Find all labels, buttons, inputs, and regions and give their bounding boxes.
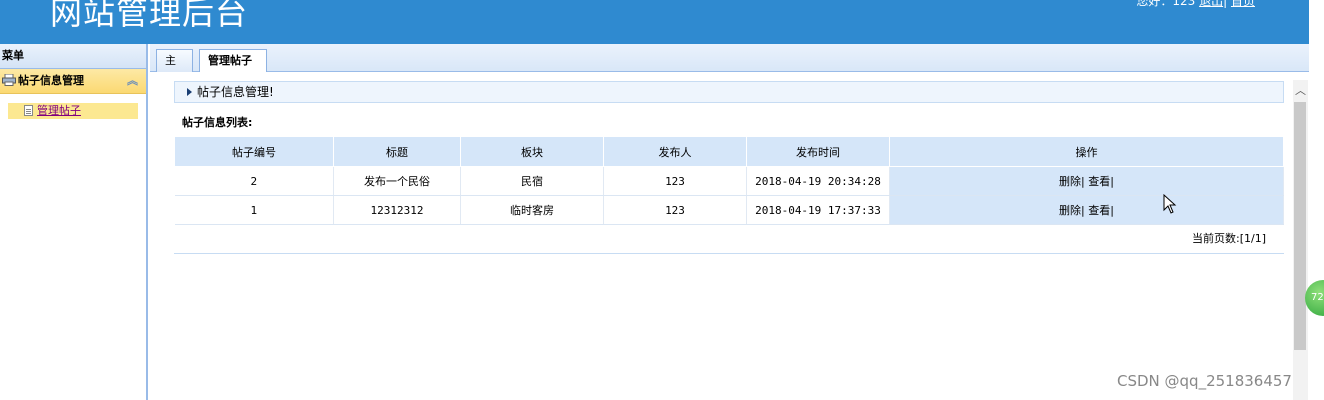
document-icon — [24, 105, 33, 116]
sidebar-item-manage-posts[interactable]: 管理帖子 — [8, 103, 138, 119]
tab-manage-posts[interactable]: 管理帖子× — [199, 49, 267, 89]
column-header: 帖子编号 — [174, 136, 334, 167]
mouse-cursor-icon — [1163, 194, 1177, 214]
table-row: 2 发布一个民俗 民宿 123 2018-04-19 20:34:28 删除| … — [174, 166, 1284, 196]
column-header: 操作 — [889, 136, 1284, 167]
tab-bar: 主页 管理帖子× — [150, 44, 1309, 89]
app-header: 网站管理后台 您好：123 退出| 首页 — [0, 0, 1309, 44]
triangle-right-icon — [187, 88, 192, 96]
logout-link[interactable]: 退出 — [1199, 0, 1223, 8]
column-header: 发布时间 — [746, 136, 890, 167]
collapse-chevron-icon[interactable]: ︽ — [127, 69, 138, 93]
watermark: CSDN @qq_251836457 — [1117, 372, 1292, 390]
column-header: 发布人 — [603, 136, 747, 167]
header-user-area: 您好：123 退出| 首页 — [1136, 0, 1255, 9]
home-link[interactable]: 首页 — [1231, 0, 1255, 8]
section-header: 帖子信息管理! — [174, 81, 1284, 103]
view-link[interactable]: 查看| — [1088, 204, 1114, 217]
menu-title: 菜单 — [0, 44, 146, 69]
posts-table: 帖子编号 标题 板块 发布人 发布时间 操作 2 发布一个民俗 民宿 123 2… — [174, 136, 1284, 225]
sidebar-group-label: 帖子信息管理 — [18, 74, 84, 87]
column-header: 板块 — [460, 136, 604, 167]
tab-home[interactable]: 主页 — [156, 49, 193, 89]
table-header-row: 帖子编号 标题 板块 发布人 发布时间 操作 — [174, 136, 1284, 167]
header-edge — [1309, 0, 1324, 44]
vertical-scrollbar[interactable]: ︿ — [1293, 80, 1308, 400]
cell-author: 123 — [603, 166, 747, 196]
scroll-thumb[interactable] — [1294, 102, 1306, 350]
user-greeting: 您好：123 — [1136, 0, 1196, 8]
site-title: 网站管理后台 — [50, 0, 249, 32]
cell-id: 2 — [174, 166, 334, 196]
section-title: 帖子信息管理! — [197, 85, 274, 99]
cell-board: 民宿 — [460, 166, 604, 196]
view-link[interactable]: 查看| — [1088, 175, 1114, 188]
column-header: 标题 — [333, 136, 461, 167]
printer-icon — [2, 74, 16, 86]
sidebar-item-label[interactable]: 管理帖子 — [37, 103, 81, 119]
pager-row: 当前页数:[1/1] — [174, 218, 1284, 254]
cell-title: 发布一个民俗 — [333, 166, 461, 196]
page-indicator: 当前页数:[1/1] — [1192, 232, 1266, 245]
cell-actions: 删除| 查看| — [889, 166, 1284, 196]
cell-time: 2018-04-19 20:34:28 — [746, 166, 890, 196]
sidebar-group-post-management[interactable]: 帖子信息管理 ︽ — [0, 69, 146, 94]
delete-link[interactable]: 删除| — [1059, 204, 1085, 217]
scroll-up-icon[interactable]: ︿ — [1293, 80, 1308, 100]
tab-manage-label: 管理帖子 — [208, 54, 252, 67]
list-caption: 帖子信息列表: — [182, 116, 253, 129]
main-content: 帖子信息管理! 帖子信息列表: 帖子编号 标题 板块 发布人 发布时间 操作 2… — [150, 72, 1309, 400]
delete-link[interactable]: 删除| — [1059, 175, 1085, 188]
sidebar: 菜单 帖子信息管理 ︽ 管理帖子 — [0, 44, 148, 400]
